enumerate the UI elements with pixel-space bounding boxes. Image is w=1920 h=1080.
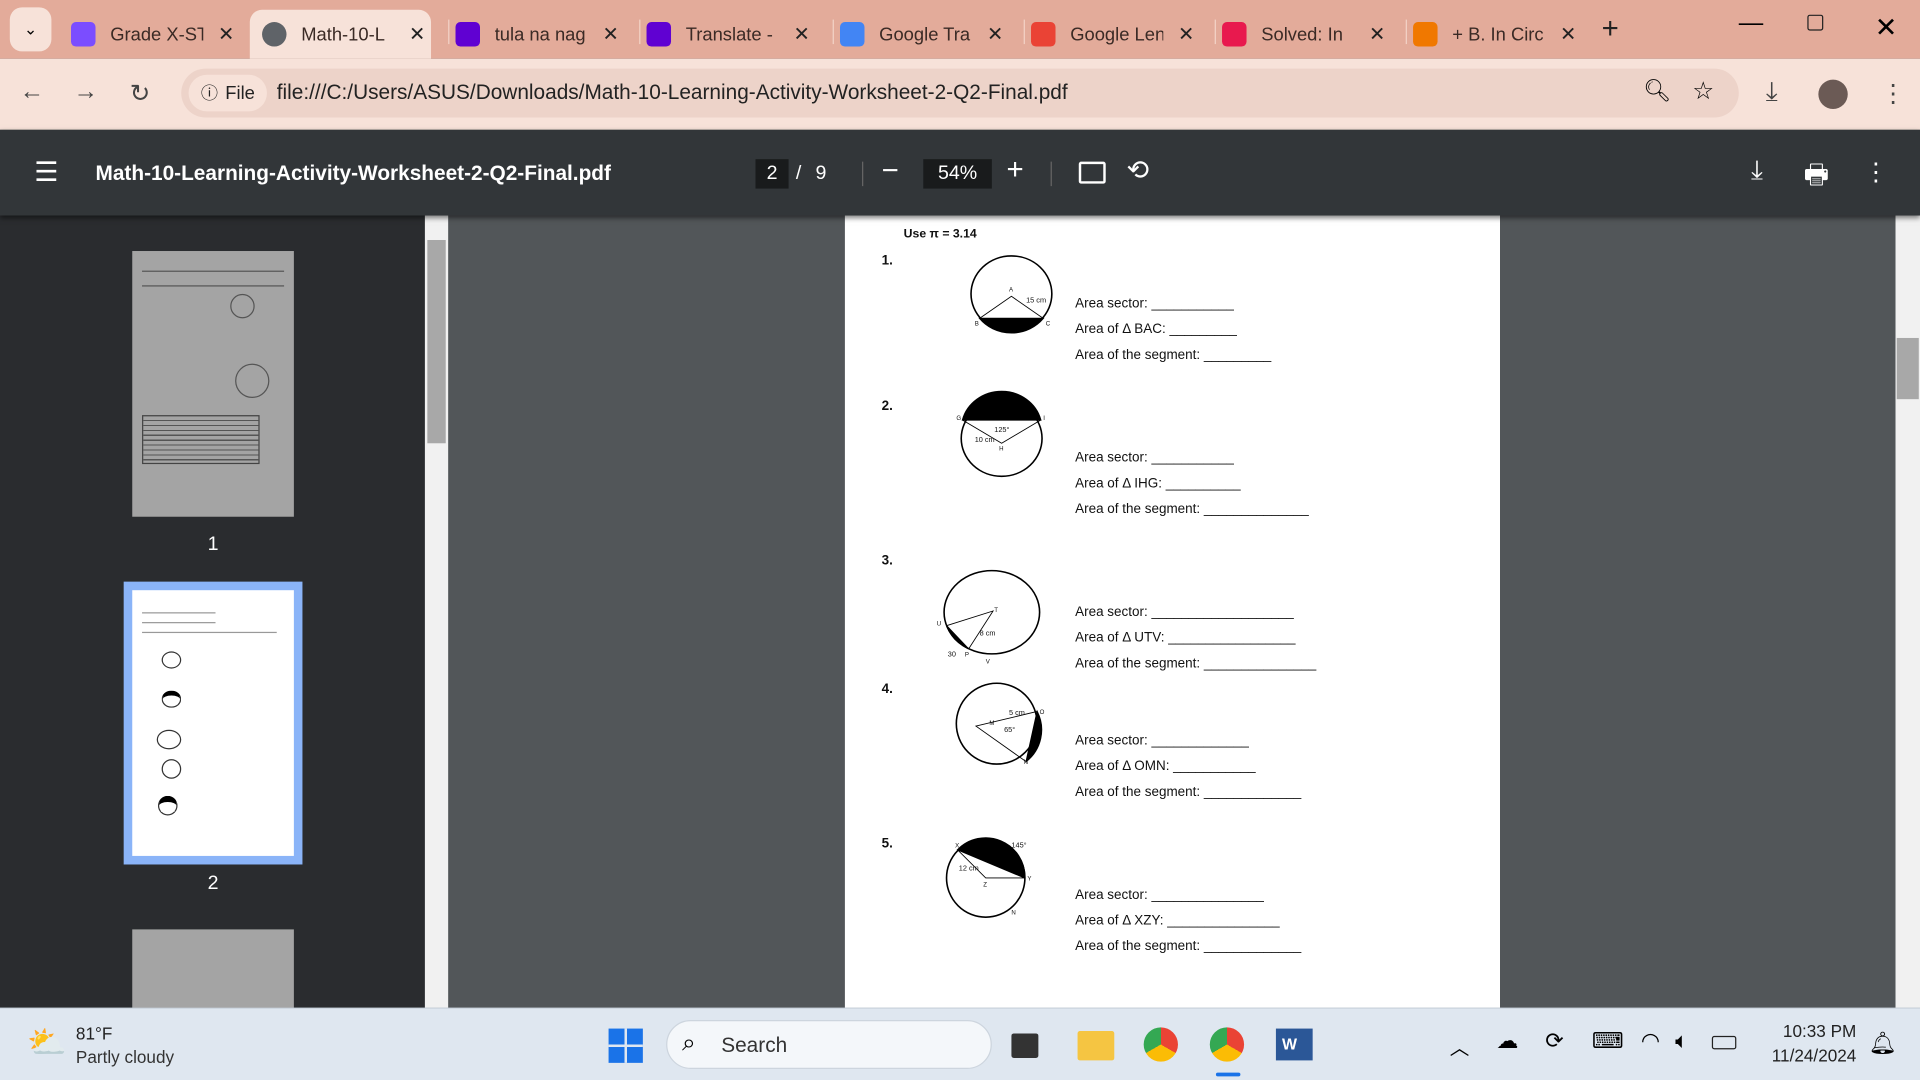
volume-icon[interactable]: 🔈︎ bbox=[1675, 1029, 1688, 1055]
pdf-title: Math-10-Learning-Activity-Worksheet-2-Q2… bbox=[95, 161, 611, 185]
figure-label: T bbox=[994, 607, 998, 614]
taskbar-search[interactable]: ⌕ Search bbox=[666, 1020, 992, 1069]
figure-1 bbox=[970, 255, 1053, 334]
figure-label: N bbox=[1024, 759, 1028, 766]
page-scrollbar[interactable] bbox=[1895, 215, 1920, 1008]
figure-label: O bbox=[1040, 709, 1045, 716]
task-view-icon[interactable] bbox=[1011, 1033, 1039, 1058]
figure-label: 65° bbox=[1004, 725, 1015, 734]
zoom-in-button[interactable]: + bbox=[1007, 153, 1024, 187]
download-icon[interactable]: ⤓ bbox=[1751, 154, 1763, 186]
figure-label: M bbox=[989, 720, 994, 727]
weather-desc[interactable]: Partly cloudy bbox=[76, 1047, 174, 1067]
keyboard-icon[interactable]: ⌨ bbox=[1592, 1029, 1624, 1055]
rotate-icon[interactable]: ⟲ bbox=[1127, 154, 1150, 186]
figure-label: Z bbox=[983, 882, 987, 889]
figure-label: A bbox=[1009, 286, 1014, 293]
page-separator: / bbox=[795, 162, 802, 184]
zoom-level-input[interactable]: 54% bbox=[923, 159, 992, 189]
search-icon: ⌕ bbox=[682, 1029, 696, 1057]
search-placeholder: Search bbox=[721, 1033, 788, 1057]
figure-3 bbox=[943, 569, 1041, 655]
figure-label: 145° bbox=[1011, 840, 1026, 849]
chrome-icon[interactable] bbox=[1143, 1027, 1178, 1062]
file-explorer-icon[interactable] bbox=[1077, 1031, 1115, 1061]
page-scroll-thumb[interactable] bbox=[1896, 337, 1919, 400]
start-button[interactable] bbox=[608, 1028, 643, 1063]
figure-label: 15 cm bbox=[1026, 295, 1046, 304]
divider bbox=[862, 161, 864, 187]
taskbar: ⛅ 81°F Partly cloudy ⌕ Search W ︿ ☁ ⟳ ⌨ … bbox=[0, 1007, 1920, 1080]
figure-label: G bbox=[956, 415, 961, 422]
sync-icon[interactable]: ⟳ bbox=[1545, 1029, 1563, 1055]
clock-time[interactable]: 10:33 PM bbox=[1761, 1021, 1856, 1041]
wifi-icon[interactable]: ◠ bbox=[1641, 1029, 1660, 1055]
figure-label: 12 cm bbox=[959, 864, 979, 873]
battery-icon[interactable] bbox=[1711, 1035, 1737, 1050]
figure-label: 10 cm bbox=[975, 435, 995, 444]
figure-label: U bbox=[937, 621, 941, 628]
figure-label: N bbox=[1011, 910, 1015, 917]
figure-label: Y bbox=[1027, 875, 1031, 882]
figure-label: B bbox=[975, 321, 979, 328]
page-number-input[interactable]: 2 bbox=[755, 159, 789, 189]
figure-label: 125° bbox=[994, 425, 1009, 434]
figure-label: H bbox=[999, 446, 1003, 453]
figure-4 bbox=[955, 682, 1043, 765]
divider bbox=[1050, 161, 1052, 187]
active-app-indicator bbox=[1215, 1072, 1241, 1077]
fit-page-icon[interactable] bbox=[1078, 161, 1106, 184]
figure-label: P bbox=[965, 651, 969, 658]
notifications-bell-icon[interactable]: 🔔︎ bbox=[1869, 1031, 1897, 1057]
more-options-icon[interactable]: ⋮ bbox=[1864, 157, 1888, 188]
chrome-profile-icon[interactable] bbox=[1209, 1027, 1245, 1062]
weather-icon[interactable]: ⛅ bbox=[27, 1024, 67, 1062]
figure-label: 5 cm bbox=[1009, 708, 1025, 717]
word-icon[interactable]: W bbox=[1275, 1028, 1313, 1061]
figure-label: 8 cm bbox=[980, 629, 996, 638]
figure-label: X bbox=[955, 842, 959, 849]
figure-label: C bbox=[1046, 321, 1051, 328]
clock-date[interactable]: 11/24/2024 bbox=[1761, 1046, 1857, 1066]
pdf-toolbar: ☰ Math-10-Learning-Activity-Worksheet-2-… bbox=[0, 129, 1920, 216]
weather-temp[interactable]: 81°F bbox=[76, 1024, 112, 1044]
figure-label: 30 bbox=[948, 649, 956, 658]
print-icon[interactable]: 🖶 bbox=[1804, 154, 1829, 201]
figure-label: I bbox=[1043, 415, 1045, 422]
show-hidden-icons[interactable]: ︿ bbox=[1450, 1031, 1470, 1060]
zoom-out-button[interactable]: − bbox=[882, 154, 899, 188]
figure-label: V bbox=[986, 659, 991, 666]
page-total: 9 bbox=[815, 162, 827, 184]
onedrive-icon[interactable]: ☁ bbox=[1496, 1029, 1518, 1055]
figure-5 bbox=[945, 837, 1026, 918]
hamburger-menu-icon[interactable]: ☰ bbox=[34, 157, 58, 189]
